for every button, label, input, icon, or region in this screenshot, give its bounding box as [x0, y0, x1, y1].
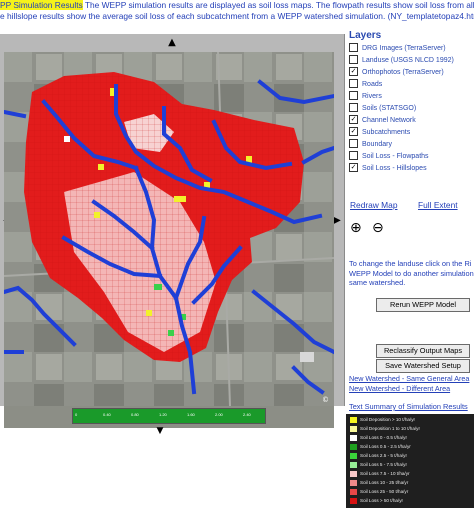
- layer-roads[interactable]: Roads: [349, 78, 383, 91]
- layer-checkbox[interactable]: [349, 150, 358, 160]
- layer-checkbox[interactable]: [349, 102, 358, 112]
- layer-checkbox[interactable]: ✓: [349, 162, 358, 172]
- legend-swatch: [350, 434, 357, 441]
- intro-text: PP Simulation Results The WEPP simulatio…: [0, 0, 474, 34]
- layer-subcatchments[interactable]: ✓ Subcatchments: [349, 126, 411, 139]
- layer-checkbox[interactable]: [349, 138, 358, 148]
- legend-item: Soil Loss 0.5 - 2.5 t/ha/yr: [350, 443, 411, 451]
- zoom-in-icon[interactable]: ⊕: [350, 220, 366, 236]
- farm-building: [300, 352, 314, 362]
- legend-item: Soil Loss 0 - 0.5 t/ha/yr: [350, 434, 407, 442]
- legend-swatch: [350, 425, 357, 432]
- layer-soil-loss-flowpaths[interactable]: Soil Loss - Flowpaths: [349, 150, 429, 163]
- layer-label: DRG Images (TerraServer): [362, 45, 446, 52]
- layer-checkbox[interactable]: ✓: [349, 66, 358, 76]
- legend-label: Soil Deposition > 10 t/ha/yr: [360, 417, 416, 422]
- scale-tick: 0: [75, 412, 78, 417]
- layer-checkbox[interactable]: [349, 78, 358, 88]
- legend-label: Soil Loss 2.5 - 5 t/ha/yr: [360, 453, 407, 458]
- legend-item: Soil Deposition 1 to 10 t/ha/yr: [350, 425, 420, 433]
- soil-loss-map[interactable]: ©: [4, 52, 334, 428]
- layer-label: Boundary: [362, 141, 392, 148]
- legend-label: Soil Loss 5 - 7.5 t/ha/yr: [360, 462, 407, 467]
- full-extent-link[interactable]: Full Extent: [418, 200, 458, 210]
- note-line: WEPP Model to do another simulation: [349, 268, 474, 278]
- intro-line-2: e hillslope results show the average soi…: [0, 11, 474, 21]
- legend-label: Soil Deposition 1 to 10 t/ha/yr: [360, 426, 421, 431]
- new-watershed-different-area-link[interactable]: New Watershed - Different Area: [349, 384, 450, 393]
- layer-label: Subcatchments: [362, 129, 411, 136]
- new-watershed-same-area-link[interactable]: New Watershed - Same General Area: [349, 374, 469, 383]
- save-watershed-button[interactable]: Save Watershed Setup: [376, 359, 470, 373]
- layer-label: Roads: [362, 81, 383, 88]
- legend-swatch: [350, 488, 357, 495]
- legend-swatch: [350, 479, 357, 486]
- rerun-wepp-button[interactable]: Rerun WEPP Model: [376, 298, 470, 312]
- side-panel: Layers DRG Images (TerraServer) Landuse …: [346, 30, 474, 508]
- scale-tick: 2.00: [215, 412, 223, 417]
- layer-boundary[interactable]: Boundary: [349, 138, 392, 151]
- text-summary-link[interactable]: Text Summary of Simulation Results: [349, 402, 468, 411]
- landuse-note: To change the landuse click on the Ri WE…: [349, 259, 474, 288]
- intro-line-1: The WEPP simulation results are displaye…: [84, 0, 474, 10]
- layer-checkbox[interactable]: [349, 42, 358, 52]
- scale-bar: 0 0.40 0.80 1.20 1.60 2.00 2.40: [72, 408, 266, 424]
- legend-label: Soil Loss 0.5 - 2.5 t/ha/yr: [360, 444, 411, 449]
- legend-item: Soil Loss 25 - 50 t/ha/yr: [350, 488, 408, 496]
- zoom-out-icon[interactable]: ⊖: [372, 220, 388, 236]
- map-frame: ▲ ◀ ▶: [0, 34, 345, 428]
- layer-label: Soil Loss - Hillslopes: [362, 165, 427, 172]
- layer-drg-images[interactable]: DRG Images (TerraServer): [349, 42, 446, 55]
- layer-orthophotos[interactable]: ✓ Orthophotos (TerraServer): [349, 66, 444, 79]
- layer-label: Soils (STATSGO): [362, 105, 417, 112]
- layer-soil-loss-hillslopes[interactable]: ✓ Soil Loss - Hillslopes: [349, 162, 427, 175]
- legend-label: Soil Loss > 50 t/ha/yr: [360, 498, 404, 503]
- layer-rivers[interactable]: Rivers: [349, 90, 382, 103]
- layer-label: Orthophotos (TerraServer): [362, 69, 444, 76]
- reclassify-output-button[interactable]: Reclassify Output Maps: [376, 344, 470, 358]
- redraw-map-link[interactable]: Redraw Map: [350, 200, 397, 210]
- soil-loss-legend: Soil Deposition > 10 t/ha/yr Soil Deposi…: [346, 414, 474, 508]
- scale-tick: 1.20: [159, 412, 167, 417]
- layer-landuse[interactable]: Landuse (USGS NLCD 1992): [349, 54, 454, 67]
- layer-checkbox[interactable]: [349, 90, 358, 100]
- legend-swatch: [350, 452, 357, 459]
- scale-tick: 0.40: [103, 412, 111, 417]
- scale-tick: 2.40: [243, 412, 251, 417]
- legend-swatch: [350, 497, 357, 504]
- layer-label: Rivers: [362, 93, 382, 100]
- legend-label: Soil Loss 10 - 25 t/ha/yr: [360, 480, 409, 485]
- pan-up-arrow-icon[interactable]: ▲: [165, 36, 179, 50]
- page-title: PP Simulation Results: [0, 0, 83, 10]
- legend-swatch: [350, 443, 357, 450]
- layer-label: Channel Network: [362, 117, 416, 124]
- scale-tick: 0.80: [131, 412, 139, 417]
- layer-checkbox[interactable]: ✓: [349, 114, 358, 124]
- layer-channel-network[interactable]: ✓ Channel Network: [349, 114, 416, 127]
- legend-item: Soil Loss 7.5 - 10 t/ha/yr: [350, 470, 410, 478]
- scale-tick: 1.60: [187, 412, 195, 417]
- legend-item: Soil Loss 5 - 7.5 t/ha/yr: [350, 461, 407, 469]
- legend-item: Soil Loss 2.5 - 5 t/ha/yr: [350, 452, 407, 460]
- layer-checkbox[interactable]: [349, 54, 358, 64]
- legend-item: Soil Deposition > 10 t/ha/yr: [350, 416, 415, 424]
- note-line: To change the landuse click on the Ri: [349, 259, 472, 268]
- pan-down-arrow-icon[interactable]: ▼: [154, 426, 166, 436]
- layer-soils[interactable]: Soils (STATSGO): [349, 102, 417, 115]
- legend-swatch: [350, 461, 357, 468]
- legend-label: Soil Loss 25 - 50 t/ha/yr: [360, 489, 409, 494]
- layer-label: Landuse (USGS NLCD 1992): [362, 57, 454, 64]
- layers-heading: Layers: [349, 30, 382, 41]
- layer-checkbox[interactable]: ✓: [349, 126, 358, 136]
- map-credit: ©: [322, 396, 329, 404]
- note-line: same watershed.: [349, 278, 406, 287]
- layer-label: Soil Loss - Flowpaths: [362, 153, 429, 160]
- legend-item: Soil Loss > 50 t/ha/yr: [350, 497, 403, 505]
- legend-swatch: [350, 416, 357, 423]
- map-canvas[interactable]: ©: [4, 52, 334, 406]
- legend-label: Soil Loss 0 - 0.5 t/ha/yr: [360, 435, 407, 440]
- legend-item: Soil Loss 10 - 25 t/ha/yr: [350, 479, 408, 487]
